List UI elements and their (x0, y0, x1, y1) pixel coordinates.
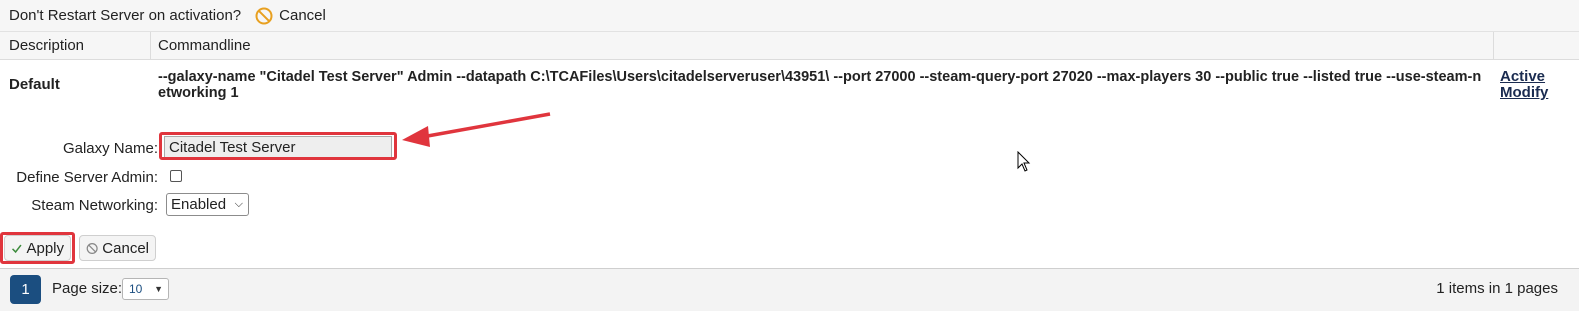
row-description: Default (9, 76, 60, 93)
header-description: Description (9, 37, 85, 54)
chevron-down-icon: ▼ (154, 284, 163, 294)
galaxy-name-label: Galaxy Name: (62, 140, 158, 157)
steam-networking-label: Steam Networking: (31, 197, 158, 214)
galaxy-name-input[interactable]: Citadel Test Server (164, 136, 392, 158)
page-size-select[interactable]: 10 ▼ (122, 278, 169, 300)
confirm-bar: Don't Restart Server on activation? Canc… (0, 0, 1579, 32)
apply-button[interactable]: Apply (4, 235, 71, 261)
page-1-button[interactable]: 1 (10, 275, 41, 304)
pager: 1 Page size: 10 ▼ 1 items in 1 pages (0, 268, 1579, 311)
annotation-arrow (402, 112, 551, 147)
checkmark-icon (11, 244, 22, 253)
active-link[interactable]: Active (1500, 69, 1548, 85)
page-size-label: Page size: (52, 280, 123, 297)
column-divider (150, 32, 151, 59)
mouse-cursor-icon (1017, 151, 1031, 172)
steam-networking-select[interactable]: Enabled ⌵ (166, 193, 249, 216)
no-entry-icon (255, 7, 273, 24)
row-commandline: --galaxy-name "Citadel Test Server" Admi… (158, 69, 1482, 101)
cancel-circle-icon (86, 242, 98, 254)
define-admin-label: Define Server Admin: (16, 169, 158, 186)
page-size-value: 10 (129, 282, 143, 296)
top-cancel-label: Cancel (279, 7, 326, 24)
restart-question: Don't Restart Server on activation? (9, 7, 242, 24)
define-admin-checkbox[interactable] (170, 170, 182, 182)
steam-networking-value: Enabled (171, 196, 227, 213)
pager-info: 1 items in 1 pages (1436, 280, 1558, 297)
table-header: Description Commandline (0, 32, 1579, 60)
chevron-down-icon: ⌵ (234, 198, 243, 210)
cancel-button[interactable]: Cancel (79, 235, 156, 261)
header-commandline: Commandline (158, 37, 251, 54)
apply-label: Apply (26, 239, 64, 257)
top-cancel-button[interactable]: Cancel (255, 7, 326, 25)
modify-link[interactable]: Modify (1500, 85, 1548, 101)
row-actions: Active Modify (1500, 69, 1548, 101)
cancel-label: Cancel (102, 239, 149, 257)
column-divider (1493, 32, 1494, 59)
